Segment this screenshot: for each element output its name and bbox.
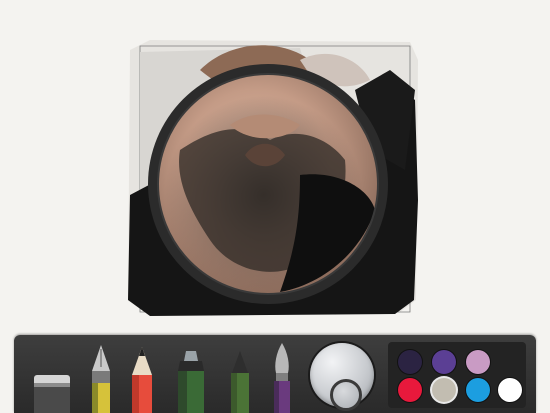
tool-pen[interactable] (228, 351, 252, 413)
color-mixer-icon[interactable] (310, 343, 374, 411)
current-color-indicator (330, 379, 362, 411)
eraser-icon (34, 375, 70, 413)
tool-tray (14, 335, 536, 413)
drawing-canvas[interactable] (0, 0, 550, 330)
tool-eraser[interactable] (32, 363, 72, 413)
color-palette (388, 342, 526, 408)
tool-marker[interactable] (176, 351, 206, 413)
marker-icon (178, 351, 204, 413)
swatch-dark-navy[interactable] (398, 350, 422, 374)
swatch-white[interactable] (498, 378, 522, 402)
tool-brush[interactable] (270, 343, 294, 413)
swatch-red[interactable] (398, 378, 422, 402)
swatch-lavender[interactable] (466, 350, 490, 374)
swatch-blue[interactable] (466, 378, 490, 402)
fountain-pen-icon (92, 345, 110, 413)
pencil-icon (132, 347, 152, 413)
swatch-purple[interactable] (432, 350, 456, 374)
brush-icon (274, 343, 290, 413)
swatch-gray-beige[interactable] (432, 378, 456, 402)
pen-icon (231, 351, 249, 413)
tool-pencil[interactable] (130, 347, 154, 413)
tool-fountain-pen[interactable] (90, 345, 112, 413)
artwork-sketch (128, 40, 418, 316)
